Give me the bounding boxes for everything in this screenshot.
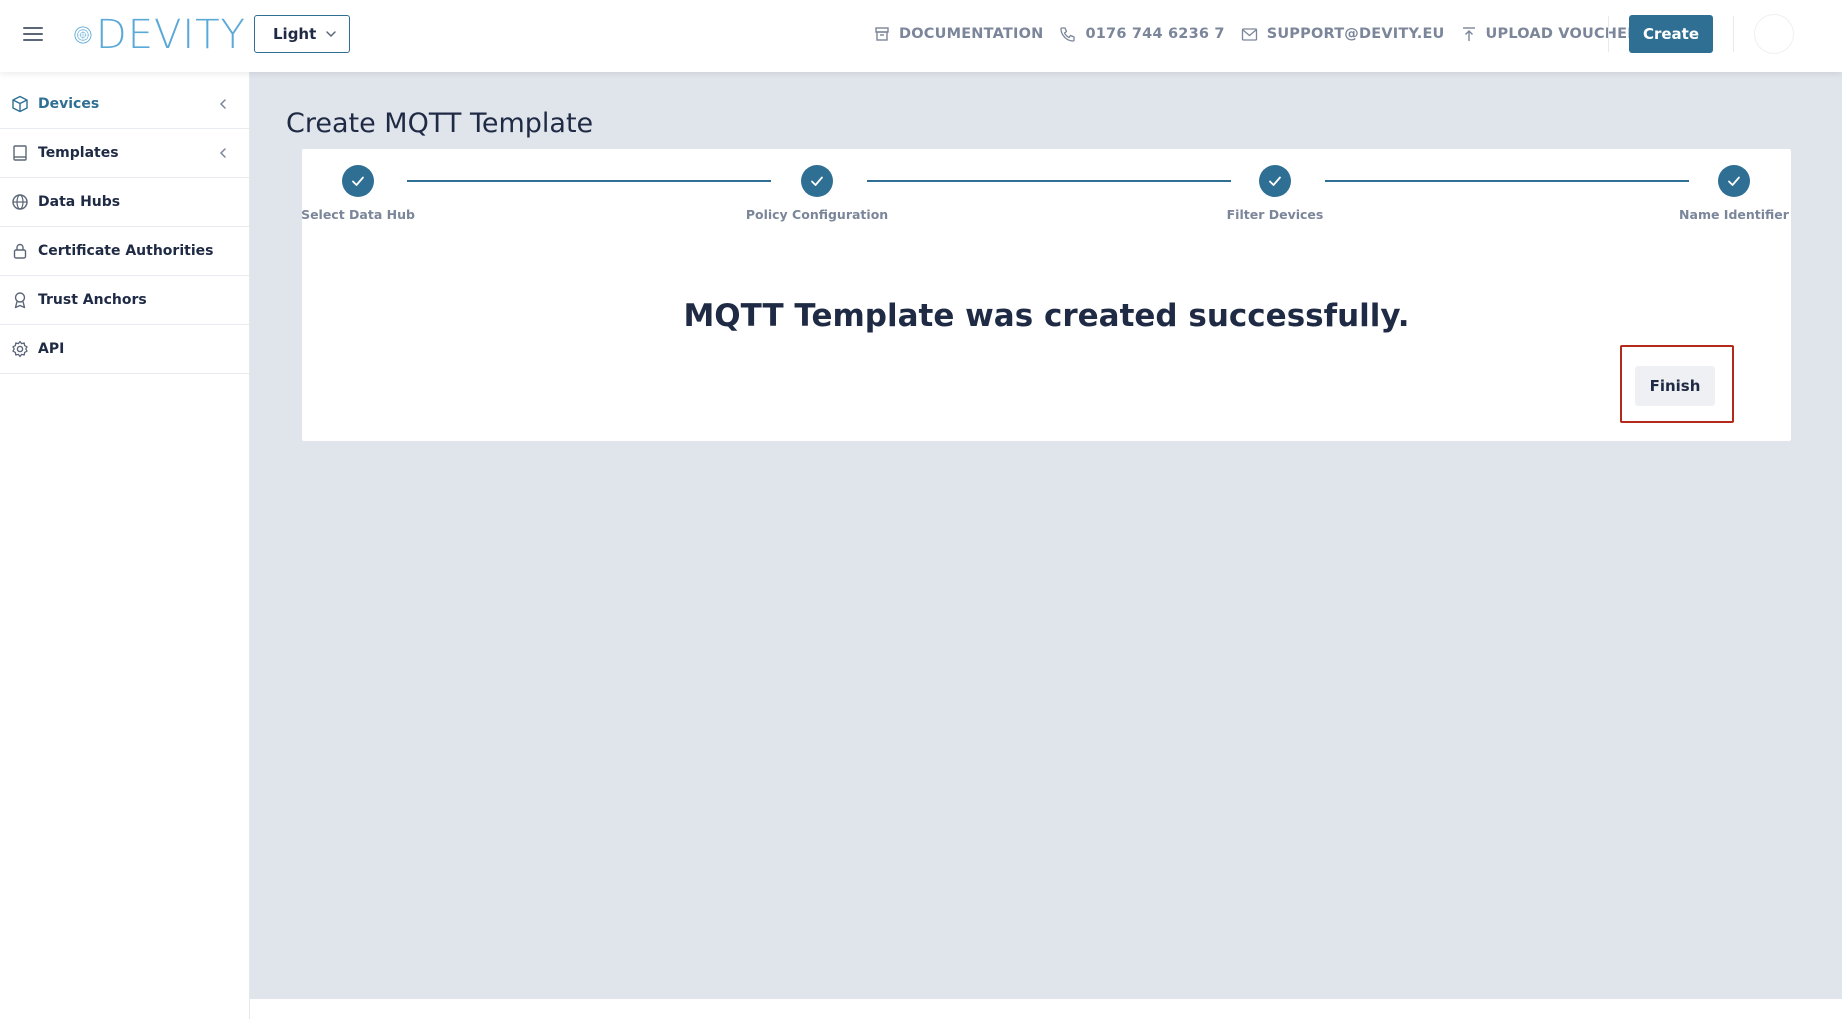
phone-link[interactable]: 0176 744 6236 7 (1059, 26, 1224, 43)
header-divider (1608, 16, 1609, 52)
sidebar-item-label: Certificate Authorities (38, 243, 214, 259)
upload-voucher-link[interactable]: UPLOAD VOUCHER (1461, 26, 1639, 42)
step-label: Filter Devices (1226, 207, 1324, 222)
sidebar-item-certificate-authorities[interactable]: Certificate Authorities (0, 227, 249, 276)
header-divider (1733, 16, 1734, 52)
avatar[interactable] (1754, 14, 1794, 54)
logo-emblem-icon (74, 26, 92, 44)
step-label: Select Data Hub (301, 207, 415, 222)
step-label: Policy Configuration (745, 207, 889, 222)
theme-select[interactable]: Light (254, 15, 350, 53)
step-check-icon (342, 165, 374, 197)
sidebar-item-api[interactable]: API (0, 325, 249, 374)
sidebar-item-devices[interactable]: Devices (0, 80, 249, 129)
sidebar-item-label: Trust Anchors (38, 292, 147, 308)
upload-voucher-link-label: UPLOAD VOUCHER (1485, 26, 1639, 42)
wizard-card: Select Data Hub Policy Configuration Fil… (301, 149, 1791, 441)
chevron-left-icon (219, 99, 226, 109)
step-connector (407, 180, 771, 182)
sidebar: Devices Templates Data Hubs Certificate … (0, 72, 250, 1019)
step-check-icon (1718, 165, 1750, 197)
header-links: DOCUMENTATION 0176 744 6236 7 SUPPORT@DE… (874, 0, 1675, 68)
chevron-down-icon (326, 31, 336, 38)
sidebar-item-data-hubs[interactable]: Data Hubs (0, 178, 249, 227)
finish-button[interactable]: Finish (1635, 366, 1715, 406)
menu-icon[interactable] (22, 24, 46, 44)
success-message: MQTT Template was created successfully. (683, 298, 1410, 334)
documentation-link-label: DOCUMENTATION (899, 26, 1044, 42)
create-button[interactable]: Create (1629, 15, 1713, 53)
archive-icon (875, 27, 889, 41)
logo-text: DEVITY (95, 12, 246, 58)
footer-strip (250, 999, 1842, 1019)
support-email-link-label: SUPPORT@DEVITY.EU (1266, 26, 1445, 42)
globe-icon (12, 194, 28, 210)
step-check-icon (801, 165, 833, 197)
page-title: Create MQTT Template (286, 108, 594, 139)
mail-icon (1241, 27, 1257, 41)
top-bar: DEVITY Light DOCUMENTATION 0176 744 6236… (0, 0, 1842, 72)
sidebar-item-templates[interactable]: Templates (0, 129, 249, 178)
award-icon (14, 292, 26, 309)
main-content: Create MQTT Template Select Data Hub Pol… (250, 72, 1842, 999)
book-icon (13, 145, 27, 161)
sidebar-item-trust-anchors[interactable]: Trust Anchors (0, 276, 249, 325)
sidebar-item-label: API (38, 341, 65, 357)
sidebar-item-label: Data Hubs (38, 194, 121, 210)
upload-icon (1462, 27, 1475, 41)
step-check-icon (1259, 165, 1291, 197)
step-select-data-hub[interactable]: Select Data Hub (288, 165, 428, 222)
step-connector (1325, 180, 1689, 182)
lock-icon (13, 243, 27, 259)
phone-icon (1060, 26, 1076, 42)
devity-logo[interactable]: DEVITY (74, 13, 246, 57)
step-filter-devices[interactable]: Filter Devices (1205, 165, 1345, 222)
sidebar-item-label: Templates (38, 145, 119, 161)
step-policy-configuration[interactable]: Policy Configuration (745, 165, 889, 222)
step-connector (867, 180, 1231, 182)
step-label: Name Identifier (1679, 207, 1789, 222)
stepper: Select Data Hub Policy Configuration Fil… (301, 149, 1791, 239)
step-name-identifier[interactable]: Name Identifier (1664, 165, 1804, 222)
chevron-left-icon (219, 148, 226, 158)
gear-icon (12, 340, 28, 358)
sidebar-item-label: Devices (38, 96, 100, 112)
theme-select-value: Light (273, 25, 317, 43)
support-email-link[interactable]: SUPPORT@DEVITY.EU (1241, 26, 1445, 42)
documentation-link[interactable]: DOCUMENTATION (874, 26, 1043, 42)
phone-link-label: 0176 744 6236 7 (1085, 26, 1225, 42)
cube-icon (12, 95, 28, 113)
